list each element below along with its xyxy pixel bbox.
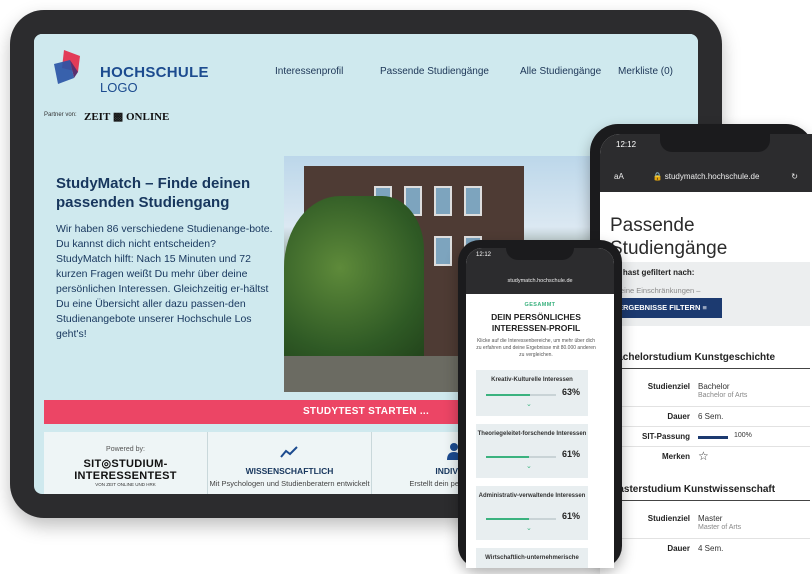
sit-partner-box: Powered by: SIT◎STUDIUM-INTERESSENTEST V… [44, 432, 208, 494]
hero-body: Wir haben 86 verschiedene Studienange-bo… [56, 223, 273, 340]
feature-title: WISSENSCHAFTLICH [245, 466, 334, 476]
goal-value: Bachelor [698, 382, 730, 391]
logo-line1: HOCHSCHULE [100, 64, 209, 81]
url-bar[interactable]: aA 🔒 studymatch.hochschule.de ↻ [600, 172, 812, 181]
reload-icon[interactable]: ↻ [791, 172, 798, 181]
interest-label: Administrativ-verwaltende Interessen [478, 493, 586, 499]
hero-text-panel: StudyMatch – Finde deinen passenden Stud… [44, 156, 284, 396]
interest-percent: 61% [561, 449, 580, 459]
eyebrow-label: GESAMMT [524, 302, 556, 308]
text-size-button[interactable]: aA [614, 172, 624, 181]
hochschule-logo-icon[interactable] [50, 48, 92, 90]
profile-title: DEIN PERSÖNLICHES INTERESSEN-PROFIL [491, 312, 581, 333]
nav-passende-studiengaenge[interactable]: Passende Studiengänge [380, 66, 489, 77]
filter-label: Du hast gefiltert nach: [610, 268, 695, 277]
filter-hint: – keine Einschränkungen – [610, 286, 701, 295]
program-divider [610, 368, 810, 369]
nav-merkliste[interactable]: Merkliste (0) [618, 66, 673, 77]
fit-value: 100% [734, 432, 752, 439]
large-phone-device: 12:12 aA 🔒 studymatch.hochschule.de ↻ Pa… [590, 124, 812, 574]
url-text: studymatch.hochschule.de [664, 172, 760, 181]
interest-label: Wirtschaftlich-unternehmerische [485, 555, 579, 561]
filter-button-label: ERGEBNISSE FILTERN [618, 303, 701, 312]
interest-bar [486, 518, 529, 520]
interest-card[interactable]: Wirtschaftlich-unternehmerische [476, 548, 588, 568]
interest-card[interactable]: Kreativ-Kulturelle Interessen 63% ⌄ [476, 370, 588, 416]
status-time: 12:12 [476, 252, 492, 258]
large-phone-screen: 12:12 aA 🔒 studymatch.hochschule.de ↻ Pa… [600, 134, 812, 574]
duration-value: 4 Sem. [698, 544, 724, 553]
program-title[interactable]: Masterstudium Kunstwissenschaft [610, 484, 775, 495]
program-title[interactable]: Bachelorstudium Kunstgeschichte [610, 352, 775, 363]
interest-percent: 63% [561, 387, 580, 397]
row-divider [610, 538, 810, 539]
interest-card[interactable]: Theoriegeleitet-forschende Interessen 61… [476, 424, 588, 478]
row-divider [610, 426, 810, 427]
powered-by-label: Powered by: [106, 446, 145, 453]
page-title: Passende Studiengänge [610, 215, 728, 259]
small-phone-device: 12:12 studymatch.hochschule.de GESAMMT D… [458, 240, 622, 568]
star-icon[interactable]: ☆ [698, 449, 709, 463]
interest-label: Theoriegeleitet-forschende Interessen [477, 431, 587, 437]
goal-sub: Master of Arts [698, 524, 742, 531]
partner-label: Partner von: [44, 112, 77, 118]
interest-bar [486, 456, 529, 458]
sit-logo[interactable]: SIT◎STUDIUM-INTERESSENTEST [44, 457, 207, 482]
small-phone-screen: 12:12 studymatch.hochschule.de GESAMMT D… [466, 248, 614, 568]
fit-bar [698, 436, 728, 439]
window [434, 186, 452, 216]
program-divider [610, 500, 810, 501]
chevron-down-icon[interactable]: ⌄ [526, 462, 532, 470]
goal-sub: Bachelor of Arts [698, 392, 748, 399]
interest-label: Kreativ-Kulturelle Interessen [491, 377, 573, 383]
profile-intro: Klicke auf die Interessenbereiche, um me… [476, 338, 596, 358]
trend-chart-icon [280, 446, 298, 458]
row-divider [610, 406, 810, 407]
lock-icon: 🔒 [652, 172, 665, 181]
chevron-down-icon[interactable]: ⌄ [526, 400, 532, 408]
sit-sub: VON ZEIT ONLINE UND HRK [95, 482, 156, 487]
row-divider [610, 446, 810, 447]
zeit-online-logo[interactable]: ZEIT ▩ ONLINE [84, 110, 169, 123]
interest-percent: 61% [561, 511, 580, 521]
duration-value: 6 Sem. [698, 412, 724, 421]
status-time: 12:12 [616, 140, 637, 149]
url-text: studymatch.hochschule.de [507, 278, 573, 284]
feature-wissenschaftlich: WISSENSCHAFTLICH Mit Psychologen und Stu… [208, 432, 372, 494]
window [434, 236, 452, 266]
nav-alle-studiengaenge[interactable]: Alle Studiengänge [520, 66, 601, 77]
phone-notch [660, 134, 770, 152]
chevron-down-icon[interactable]: ⌄ [526, 524, 532, 532]
url-bar[interactable]: studymatch.hochschule.de [466, 278, 614, 284]
nav-interessenprofil[interactable]: Interessenprofil [275, 66, 343, 77]
filter-results-button[interactable]: ERGEBNISSE FILTERN ≡ [610, 298, 722, 318]
logo-line2: LOGO [100, 80, 138, 95]
interest-card[interactable]: Administrativ-verwaltende Interessen 61%… [476, 486, 588, 540]
goal-value: Master [698, 514, 723, 523]
ivy-shape [284, 196, 424, 376]
hero-title: StudyMatch – Finde deinen passenden Stud… [56, 175, 251, 211]
phone-notch [506, 248, 574, 260]
filter-icon: ≡ [702, 303, 707, 312]
interest-bar [486, 394, 530, 396]
feature-text: Mit Psychologen und Studienberatern entw… [209, 479, 370, 488]
window [464, 186, 482, 216]
